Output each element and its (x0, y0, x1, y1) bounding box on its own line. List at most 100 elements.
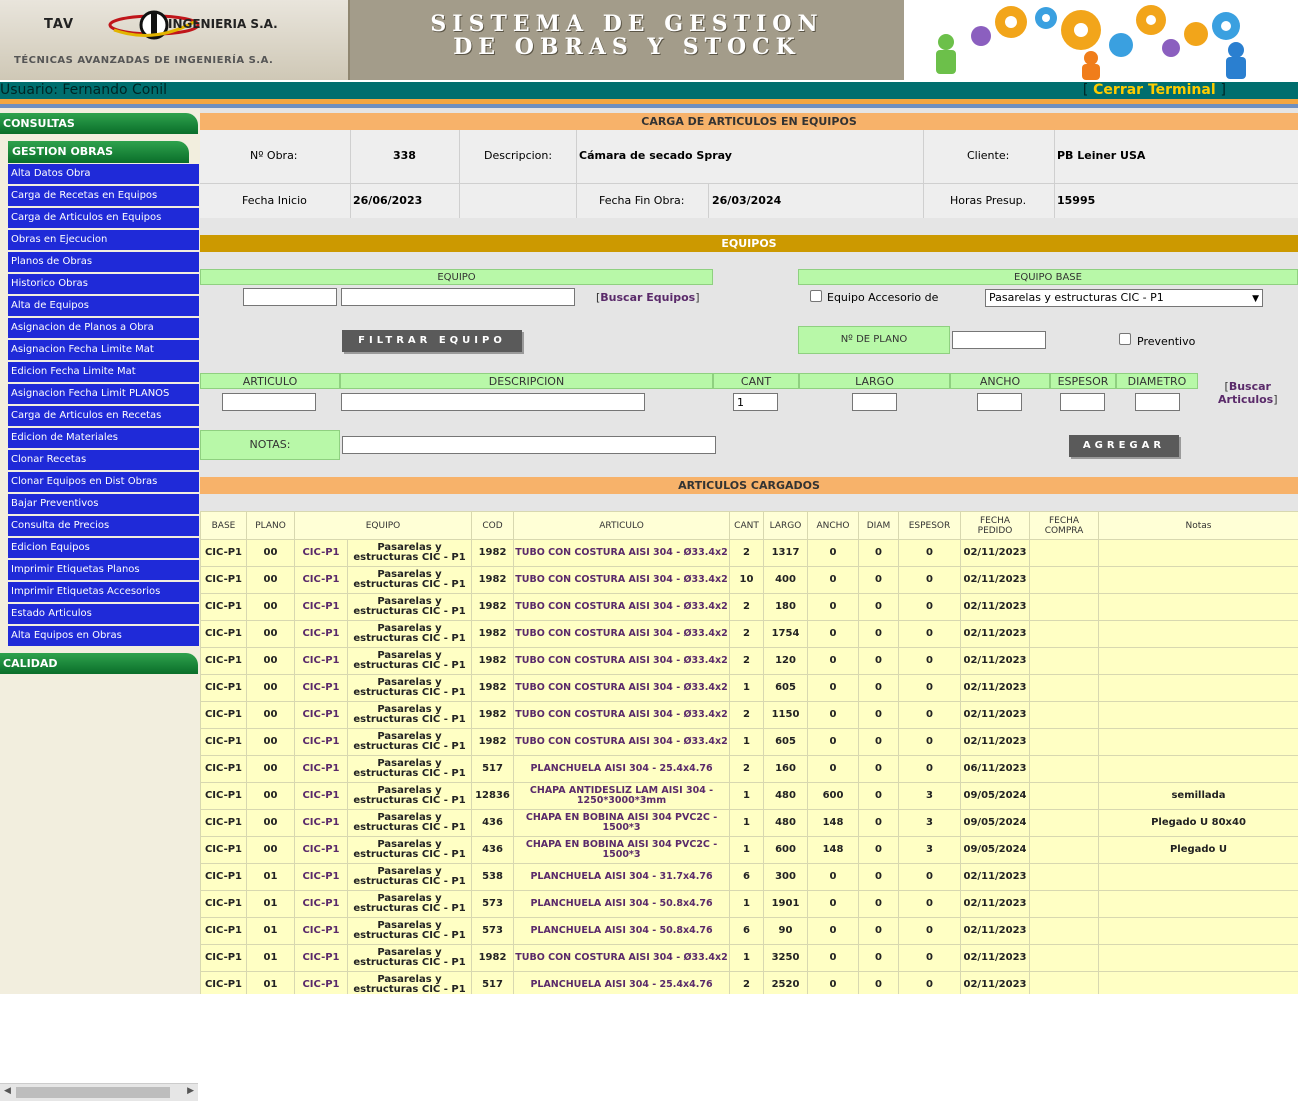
sidebar: CONSULTAS GESTION OBRAS Alta Datos Obra … (0, 108, 200, 994)
descripcion-input[interactable] (341, 393, 645, 411)
table-row[interactable]: CIC-P101CIC-P1Pasarelas y estructuras CI… (201, 945, 1298, 972)
company-logo: TAV INGENIERIA S.A. TÉCNICAS AVANZADAS D… (0, 0, 350, 80)
cell-espesor: 0 (899, 594, 961, 621)
scroll-left-icon[interactable]: ◀ (4, 1086, 11, 1096)
cell-diam: 0 (859, 972, 899, 995)
sidebar-item-clonar-equipos[interactable]: Clonar Equipos en Dist Obras (8, 472, 199, 492)
cell-base: CIC-P1 (201, 567, 247, 594)
sidebar-item-alta-equipos-obras[interactable]: Alta Equipos en Obras (8, 626, 199, 646)
cell-equipo-code: CIC-P1 (295, 567, 348, 594)
sidebar-item-historico-obras[interactable]: Historico Obras (8, 274, 199, 294)
sidebar-item-alta-equipos[interactable]: Alta de Equipos (8, 296, 199, 316)
table-row[interactable]: CIC-P100CIC-P1Pasarelas y estructuras CI… (201, 594, 1298, 621)
cell-diam: 0 (859, 810, 899, 837)
cell-cant: 1 (730, 891, 764, 918)
cell-cod: 517 (472, 972, 514, 995)
table-row[interactable]: CIC-P100CIC-P1Pasarelas y estructuras CI… (201, 540, 1298, 567)
table-row[interactable]: CIC-P100CIC-P1Pasarelas y estructuras CI… (201, 810, 1298, 837)
filtrar-equipo-button[interactable]: FILTRAR EQUIPO (342, 330, 522, 352)
scrollbar-thumb[interactable] (16, 1087, 170, 1098)
cell-equipo-code: CIC-P1 (295, 783, 348, 810)
cell-cant: 2 (730, 648, 764, 675)
table-row[interactable]: CIC-P100CIC-P1Pasarelas y estructuras CI… (201, 702, 1298, 729)
table-row[interactable]: CIC-P101CIC-P1Pasarelas y estructuras CI… (201, 918, 1298, 945)
cell-plano: 00 (247, 567, 295, 594)
sidebar-item-asignacion-planos[interactable]: Asignacion de Planos a Obra (8, 318, 199, 338)
buscar-equipos-link[interactable]: Buscar Equipos (600, 291, 695, 304)
diametro-input[interactable] (1135, 393, 1180, 411)
equipo-base-select[interactable]: Pasarelas y estructuras CIC - P1 ▼ (985, 289, 1263, 307)
espesor-input[interactable] (1060, 393, 1105, 411)
sidebar-item-imprimir-etiquetas-planos[interactable]: Imprimir Etiquetas Planos (8, 560, 199, 580)
ancho-input[interactable] (977, 393, 1022, 411)
sidebar-item-carga-articulos[interactable]: Carga de Articulos en Equipos (8, 208, 199, 228)
sidebar-horizontal-scrollbar[interactable]: ◀ ▶ (0, 1083, 198, 1101)
agregar-button[interactable]: AGREGAR (1069, 435, 1179, 457)
articulo-col-label: ARTICULO (200, 373, 340, 389)
largo-input[interactable] (852, 393, 897, 411)
cell-notas (1099, 594, 1298, 621)
cell-ancho: 148 (808, 810, 859, 837)
sidebar-item-planos-obras[interactable]: Planos de Obras (8, 252, 199, 272)
sidebar-item-carga-recetas[interactable]: Carga de Recetas en Equipos (8, 186, 199, 206)
sidebar-item-edicion-equipos[interactable]: Edicion Equipos (8, 538, 199, 558)
bracket-open: [ (1083, 82, 1088, 98)
table-row[interactable]: CIC-P100CIC-P1Pasarelas y estructuras CI… (201, 621, 1298, 648)
sidebar-gestion-obras[interactable]: GESTION OBRAS (8, 141, 189, 163)
sidebar-item-obras-ejecucion[interactable]: Obras en Ejecucion (8, 230, 199, 250)
sidebar-item-carga-articulos-recetas[interactable]: Carga de Articulos en Recetas (8, 406, 199, 426)
table-body: CIC-P100CIC-P1Pasarelas y estructuras CI… (201, 540, 1298, 995)
buscar-articulos-link-2[interactable]: Articulos (1218, 393, 1273, 406)
cell-espesor: 0 (899, 945, 961, 972)
table-row[interactable]: CIC-P101CIC-P1Pasarelas y estructuras CI… (201, 864, 1298, 891)
cell-plano: 00 (247, 702, 295, 729)
cell-diam: 0 (859, 729, 899, 756)
cell-equipo-name: Pasarelas y estructuras CIC - P1 (348, 702, 472, 729)
cerrar-terminal-link[interactable]: Cerrar Terminal (1093, 82, 1216, 98)
table-row[interactable]: CIC-P101CIC-P1Pasarelas y estructuras CI… (201, 891, 1298, 918)
cell-plano: 00 (247, 783, 295, 810)
sidebar-item-clonar-recetas[interactable]: Clonar Recetas (8, 450, 199, 470)
sidebar-item-alta-datos-obra[interactable]: Alta Datos Obra (8, 164, 199, 184)
cell-fecha-pedido: 09/05/2024 (961, 783, 1030, 810)
sidebar-item-consulta-precios[interactable]: Consulta de Precios (8, 516, 199, 536)
table-row[interactable]: CIC-P101CIC-P1Pasarelas y estructuras CI… (201, 972, 1298, 995)
sidebar-item-bajar-preventivos[interactable]: Bajar Preventivos (8, 494, 199, 514)
table-row[interactable]: CIC-P100CIC-P1Pasarelas y estructuras CI… (201, 783, 1298, 810)
articulo-input[interactable] (222, 393, 316, 411)
cell-articulo: CHAPA EN BOBINA AISI 304 PVC2C - 1500*3 (514, 837, 730, 864)
cell-plano: 01 (247, 891, 295, 918)
equipo-accesorio-checkbox[interactable] (810, 290, 822, 302)
sidebar-item-edicion-fecha-mat[interactable]: Edicion Fecha Limite Mat (8, 362, 199, 382)
cell-fecha-compra (1030, 756, 1099, 783)
buscar-articulos-link-1[interactable]: Buscar (1229, 380, 1271, 393)
cell-equipo-code: CIC-P1 (295, 729, 348, 756)
cell-cod: 12836 (472, 783, 514, 810)
table-row[interactable]: CIC-P100CIC-P1Pasarelas y estructuras CI… (201, 756, 1298, 783)
table-row[interactable]: CIC-P100CIC-P1Pasarelas y estructuras CI… (201, 567, 1298, 594)
cant-input[interactable] (733, 393, 778, 411)
plano-input[interactable] (952, 331, 1046, 349)
table-row[interactable]: CIC-P100CIC-P1Pasarelas y estructuras CI… (201, 648, 1298, 675)
equipo-code-input[interactable] (243, 288, 337, 306)
notas-input[interactable] (342, 436, 716, 454)
table-row[interactable]: CIC-P100CIC-P1Pasarelas y estructuras CI… (201, 837, 1298, 864)
cell-ancho: 148 (808, 837, 859, 864)
diametro-col-label: DIAMETRO (1116, 373, 1198, 389)
cell-largo: 120 (764, 648, 808, 675)
equipo-name-input[interactable] (341, 288, 575, 306)
preventivo-checkbox[interactable] (1119, 333, 1131, 345)
sidebar-item-edicion-materiales[interactable]: Edicion de Materiales (8, 428, 199, 448)
sidebar-consultas[interactable]: CONSULTAS (0, 113, 198, 134)
table-row[interactable]: CIC-P100CIC-P1Pasarelas y estructuras CI… (201, 729, 1298, 756)
sidebar-item-asignacion-fecha-planos[interactable]: Asignacion Fecha Limit PLANOS (8, 384, 199, 404)
scroll-right-icon[interactable]: ▶ (187, 1086, 194, 1096)
sidebar-item-estado-articulos[interactable]: Estado Articulos (8, 604, 199, 624)
col-espesor: ESPESOR (899, 512, 961, 540)
cell-equipo-name: Pasarelas y estructuras CIC - P1 (348, 756, 472, 783)
sidebar-calidad[interactable]: CALIDAD (0, 653, 198, 674)
table-row[interactable]: CIC-P100CIC-P1Pasarelas y estructuras CI… (201, 675, 1298, 702)
sidebar-item-asignacion-fecha-mat[interactable]: Asignacion Fecha Limite Mat (8, 340, 199, 360)
col-fecha-pedido: FECHA PEDIDO (961, 512, 1030, 540)
sidebar-item-imprimir-etiquetas-accesorios[interactable]: Imprimir Etiquetas Accesorios (8, 582, 199, 602)
